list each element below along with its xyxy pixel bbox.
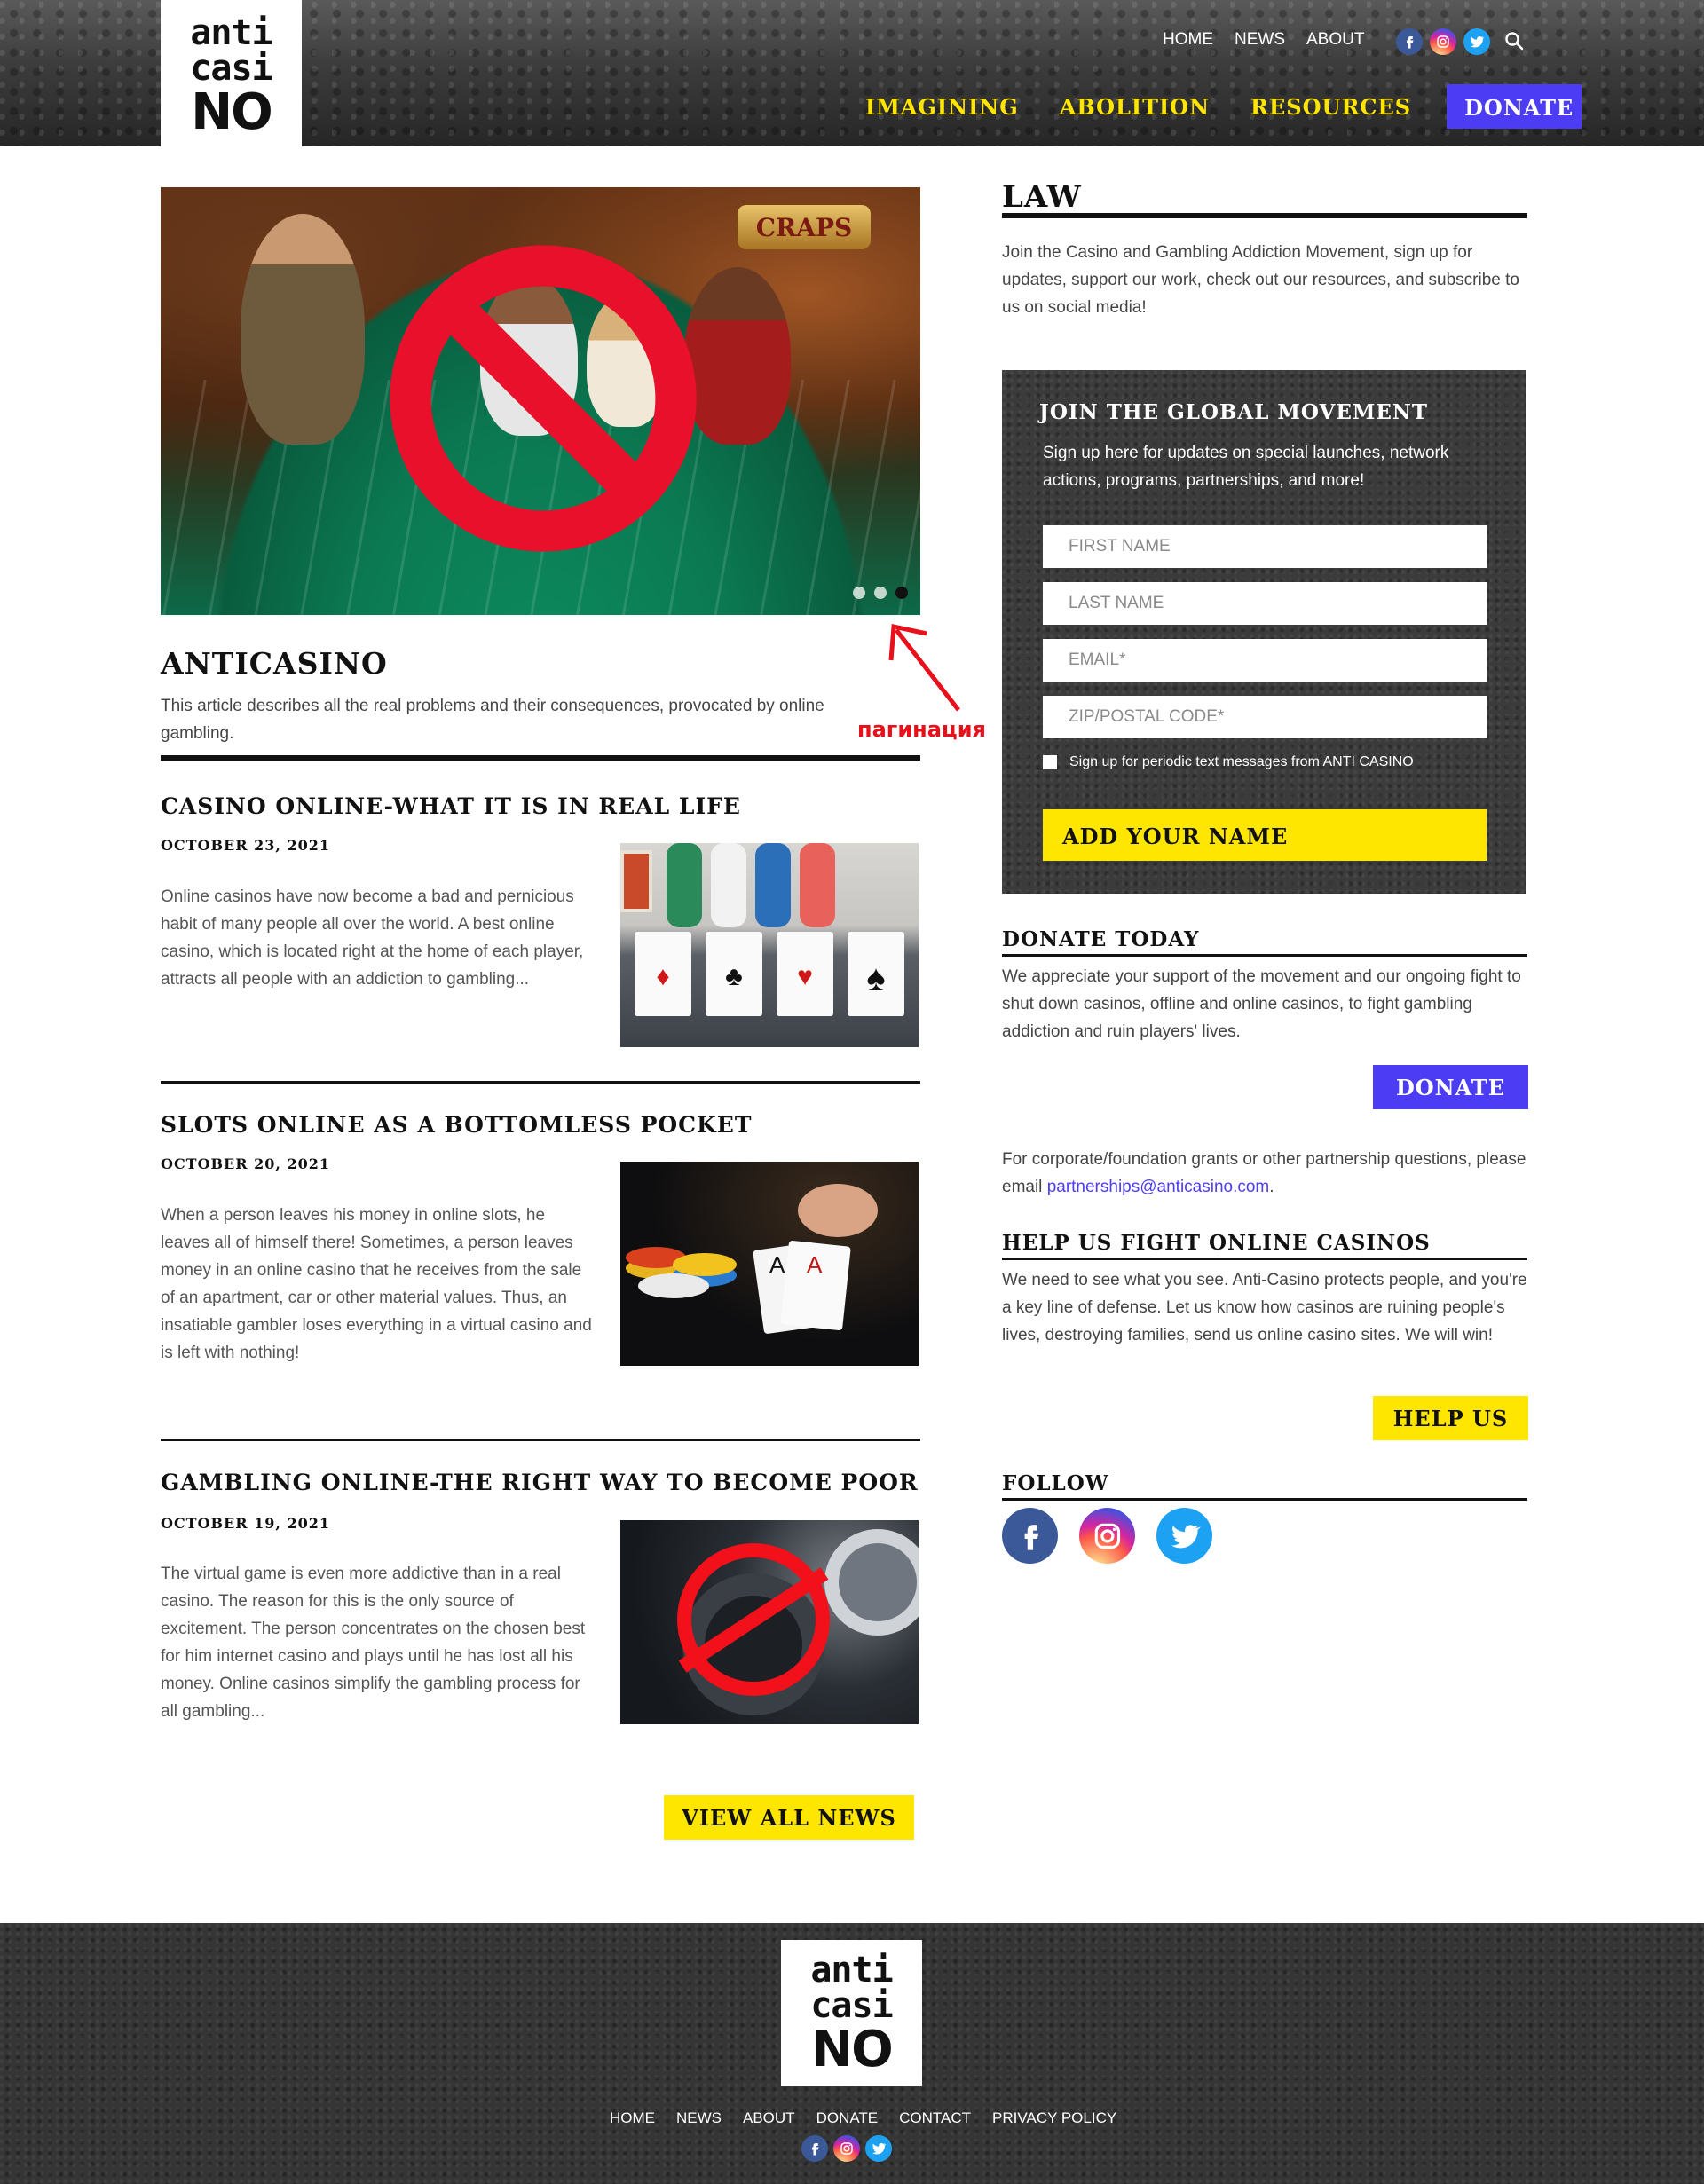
logo-line-2: casi — [190, 47, 272, 89]
intro-title: ANTICASINO — [161, 646, 388, 681]
twitter-icon[interactable] — [1156, 1508, 1212, 1564]
divider — [1002, 954, 1527, 957]
sms-opt-in-checkbox[interactable] — [1043, 755, 1057, 769]
svg-text:♥: ♥ — [797, 962, 813, 991]
divider — [1002, 1498, 1527, 1501]
svg-text:♠: ♠ — [866, 958, 885, 997]
logo-line-3: NO — [191, 83, 272, 141]
logo-line-1: anti — [190, 12, 272, 53]
help-fight-title: HELP US FIGHT ONLINE CASINOS — [1002, 1231, 1431, 1255]
partnership-text-end: . — [1269, 1178, 1274, 1196]
search-icon[interactable] — [1503, 30, 1525, 51]
post-excerpt: The virtual game is even more addictive … — [161, 1565, 586, 1721]
footer-nav: HOME NEWS ABOUT DONATE CONTACT PRIVACY P… — [610, 2109, 1116, 2127]
slider-pagination — [853, 587, 908, 599]
help-us-button[interactable]: HELP US — [1373, 1396, 1528, 1440]
footer-nav-news[interactable]: NEWS — [676, 2109, 722, 2127]
law-title: LAW — [1002, 179, 1082, 215]
hero-slider[interactable]: CRAPS — [161, 187, 920, 615]
slider-photo-person — [241, 214, 365, 445]
slider-dot-1[interactable] — [853, 587, 865, 599]
footer-nav-contact[interactable]: CONTACT — [899, 2109, 971, 2127]
follow-social-links — [1002, 1508, 1212, 1564]
partnership-text: For corporate/foundation grants or other… — [1002, 1146, 1534, 1201]
add-your-name-button[interactable]: ADD YOUR NAME — [1043, 809, 1487, 861]
site-logo[interactable]: anti casi NO — [161, 0, 302, 146]
top-nav-home[interactable]: HOME — [1163, 30, 1213, 50]
site-header: anti casi NO HOME NEWS ABOUT IMAGINING A… — [0, 0, 1704, 146]
divider — [1002, 213, 1527, 218]
facebook-icon[interactable] — [1002, 1508, 1058, 1564]
view-all-news-button[interactable]: VIEW ALL NEWS — [664, 1795, 914, 1840]
annotation-label: пагинация — [857, 717, 986, 742]
footer-logo[interactable]: anti casi NO — [781, 1940, 922, 2086]
header-social-links — [1396, 28, 1490, 55]
sms-opt-in-label: Sign up for periodic text messages from … — [1069, 754, 1414, 769]
logo-line-2: casi — [810, 1984, 893, 2026]
post-title[interactable]: CASINO ONLINE-WHAT IT IS IN REAL LIFE — [161, 793, 741, 819]
post-date: OCTOBER 19, 2021 — [161, 1515, 331, 1532]
footer-nav-privacy-policy[interactable]: PRIVACY POLICY — [992, 2109, 1116, 2127]
craps-sign: CRAPS — [738, 205, 871, 249]
divider — [1002, 1258, 1527, 1260]
top-nav-about[interactable]: ABOUT — [1306, 30, 1364, 50]
logo-line-3: NO — [811, 2020, 893, 2078]
instagram-icon[interactable] — [1430, 28, 1456, 55]
donate-button[interactable]: DONATE — [1373, 1065, 1528, 1109]
header-donate-button[interactable]: DONATE — [1447, 84, 1582, 129]
slider-dot-3-active[interactable] — [895, 587, 908, 599]
twitter-icon[interactable] — [865, 2135, 892, 2162]
instagram-icon[interactable] — [1079, 1508, 1135, 1564]
twitter-icon[interactable] — [1463, 28, 1490, 55]
footer-nav-home[interactable]: HOME — [610, 2109, 655, 2127]
annotation-arrow-icon — [888, 623, 960, 712]
facebook-icon[interactable] — [801, 2135, 828, 2162]
divider — [161, 755, 920, 761]
post-excerpt: When a person leaves his money in online… — [161, 1206, 592, 1362]
nav-resources[interactable]: RESOURCES — [1250, 94, 1411, 120]
donate-today-text: We appreciate your support of the moveme… — [1002, 967, 1521, 1041]
last-name-field[interactable] — [1043, 582, 1487, 625]
divider — [161, 1439, 920, 1441]
footer-social-links — [801, 2135, 892, 2162]
law-text: Join the Casino and Gambling Addiction M… — [1002, 243, 1519, 317]
post-image-roulette-prohibited[interactable] — [620, 1520, 919, 1724]
divider — [161, 1081, 920, 1084]
follow-title: FOLLOW — [1002, 1471, 1109, 1495]
post-date: OCTOBER 23, 2021 — [161, 837, 331, 854]
svg-text:♦: ♦ — [656, 962, 669, 991]
help-fight-text: We need to see what you see. Anti-Casino… — [1002, 1271, 1527, 1344]
join-text: Sign up here for updates on special laun… — [1043, 444, 1449, 490]
post-excerpt: Online casinos have now become a bad and… — [161, 887, 584, 989]
svg-text:A: A — [769, 1251, 785, 1278]
main-nav: IMAGINING ABOLITION RESOURCES DONATE — [865, 84, 1582, 129]
donate-today-title: DONATE TODAY — [1002, 927, 1200, 951]
post-image-aces-chips[interactable]: A A — [620, 1162, 919, 1366]
nav-imagining[interactable]: IMAGINING — [865, 94, 1019, 120]
top-nav: HOME NEWS ABOUT — [1163, 30, 1364, 50]
prohibited-icon — [390, 245, 697, 552]
nav-abolition[interactable]: ABOLITION — [1060, 94, 1210, 120]
join-title: JOIN THE GLOBAL MOVEMENT — [1039, 400, 1428, 424]
logo-line-1: anti — [810, 1949, 893, 1991]
intro-text: This article describes all the real prob… — [161, 697, 824, 743]
post-date: OCTOBER 20, 2021 — [161, 1155, 331, 1172]
svg-text:♣: ♣ — [725, 962, 743, 991]
footer-nav-about[interactable]: ABOUT — [743, 2109, 795, 2127]
email-field[interactable] — [1043, 639, 1487, 682]
top-nav-news[interactable]: NEWS — [1235, 30, 1285, 50]
instagram-icon[interactable] — [833, 2135, 860, 2162]
zip-field[interactable] — [1043, 696, 1487, 738]
slider-dot-2[interactable] — [874, 587, 887, 599]
site-footer: anti casi NO HOME NEWS ABOUT DONATE CONT… — [0, 1923, 1704, 2184]
footer-nav-donate[interactable]: DONATE — [816, 2109, 879, 2127]
facebook-icon[interactable] — [1396, 28, 1423, 55]
first-name-field[interactable] — [1043, 525, 1487, 568]
post-image-cards-chips[interactable]: ♦ ♣ ♥ ♠ — [620, 843, 919, 1047]
svg-text:A: A — [807, 1251, 823, 1278]
partnership-email-link[interactable]: partnerships@anticasino.com — [1047, 1178, 1270, 1196]
post-title[interactable]: GAMBLING ONLINE-THE RIGHT WAY TO BECOME … — [161, 1470, 919, 1495]
join-movement-form: JOIN THE GLOBAL MOVEMENT Sign up here fo… — [1002, 370, 1526, 894]
post-title[interactable]: SLOTS ONLINE AS A BOTTOMLESS POCKET — [161, 1112, 752, 1138]
